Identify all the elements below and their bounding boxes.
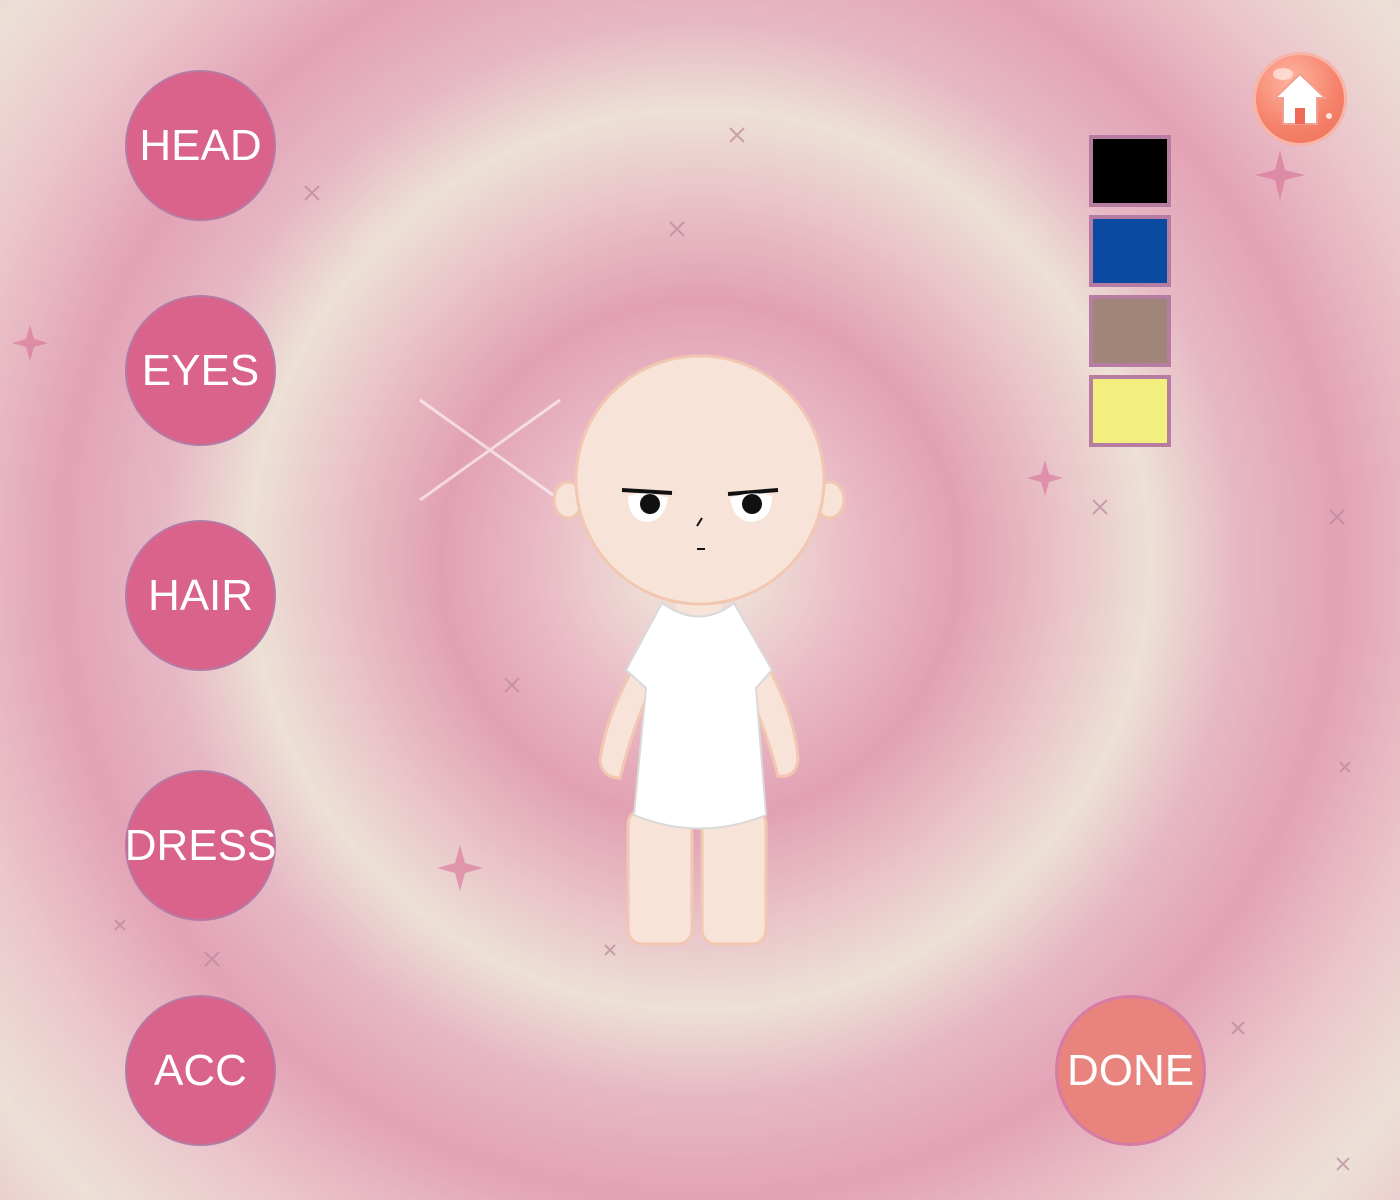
character-head	[552, 354, 846, 606]
character-legs	[626, 808, 768, 946]
character-avatar	[552, 354, 846, 946]
character-shirt	[624, 601, 774, 830]
